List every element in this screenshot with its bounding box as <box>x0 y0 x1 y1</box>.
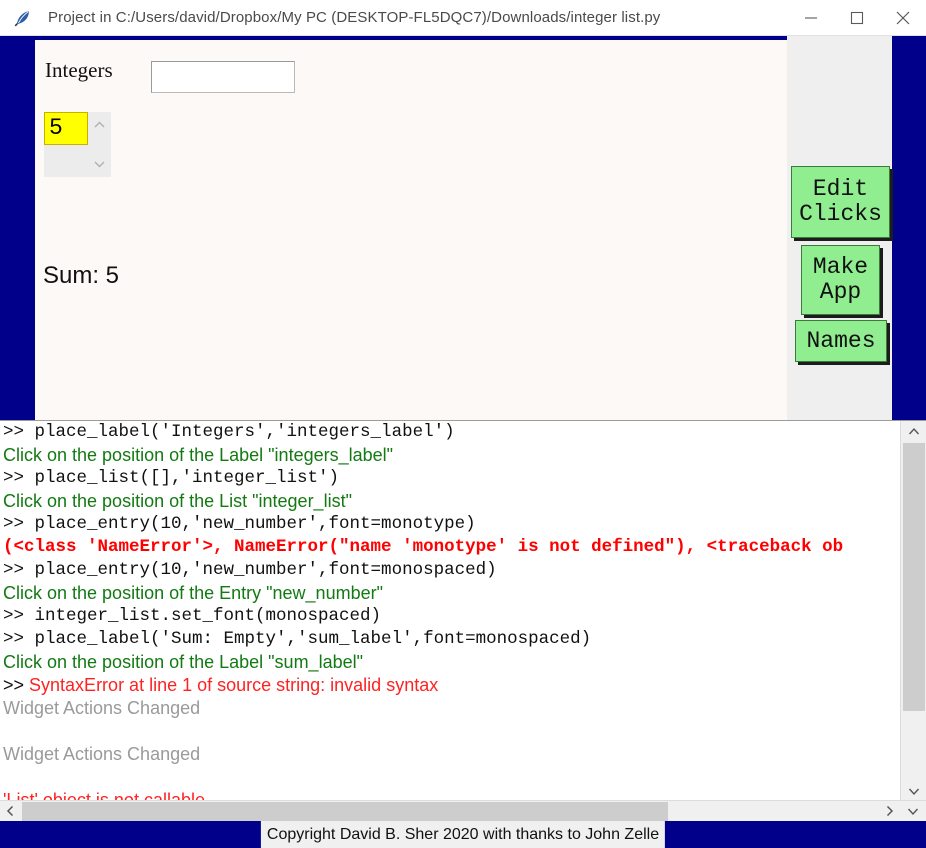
edit-clicks-button[interactable]: Edit Clicks <box>791 166 890 238</box>
console-line-err: (<class 'NameError'>, NameError("name 'm… <box>3 537 844 557</box>
console-horizontal-scrollbar[interactable] <box>0 800 926 821</box>
title-bar: Project in C:/Users/david/Dropbox/My PC … <box>0 0 926 36</box>
maximize-button[interactable] <box>834 0 880 36</box>
edit-clicks-label: Edit Clicks <box>799 177 882 227</box>
console-line-cmd: >> place_label('Integers','integers_labe… <box>3 422 455 442</box>
make-app-line2: App <box>819 279 862 305</box>
list-item-selected[interactable]: 5 <box>44 112 88 145</box>
console-line-cmd: >> place_list([],'integer_list') <box>3 468 340 488</box>
make-app-line1: Make <box>812 254 869 281</box>
scroll-right-icon[interactable] <box>879 801 900 821</box>
new-number-entry[interactable] <box>151 61 295 93</box>
widget-canvas[interactable]: Integers 5 Sum: 5 <box>35 40 787 420</box>
vertical-scroll-thumb[interactable] <box>903 443 925 711</box>
console-vertical-scrollbar[interactable] <box>900 421 926 801</box>
integer-list[interactable]: 5 <box>44 112 111 177</box>
console-line-cmd: >> integer_list.set_font(monospaced) <box>3 606 382 626</box>
scroll-up-icon[interactable] <box>901 421 926 441</box>
console-line-click: Click on the position of the Label "sum_… <box>3 652 363 672</box>
console-line-cmd: >> place_label('Sum: Empty','sum_label',… <box>3 629 592 649</box>
console-line-click: Click on the position of the List "integ… <box>3 491 352 511</box>
console-error-text: SyntaxError at line 1 of source string: … <box>29 675 439 695</box>
console-output[interactable]: >> place_label('Integers','integers_labe… <box>0 421 900 801</box>
close-button[interactable] <box>880 0 926 36</box>
make-app-label: Make App <box>813 255 868 305</box>
console-line-info: Widget Actions Changed <box>3 744 201 764</box>
names-button[interactable]: Names <box>795 320 887 362</box>
integers-label: Integers <box>45 58 113 82</box>
edit-clicks-line1: Edit <box>812 176 869 203</box>
sum-label: Sum: 5 <box>43 262 120 289</box>
scroll-corner-down-icon[interactable] <box>900 801 926 821</box>
scroll-left-icon[interactable] <box>0 801 21 821</box>
window-controls <box>788 0 926 36</box>
horizontal-scroll-thumb[interactable] <box>22 802 668 821</box>
status-bar: Copyright David B. Sher 2020 with thanks… <box>0 821 926 848</box>
edit-clicks-line2: Clicks <box>799 201 882 227</box>
console-line-cmd: >> place_entry(10,'new_number',font=mono… <box>3 560 497 580</box>
console-prompt: >> <box>3 675 30 695</box>
console-line-click: Click on the position of the Label "inte… <box>3 445 394 465</box>
chevron-up-icon[interactable] <box>88 115 111 135</box>
names-label: Names <box>806 327 876 354</box>
scroll-down-icon[interactable] <box>901 781 926 801</box>
copyright-text: Copyright David B. Sher 2020 with thanks… <box>260 821 666 848</box>
minimize-button[interactable] <box>788 0 834 36</box>
application-window: Project in C:/Users/david/Dropbox/My PC … <box>0 0 926 848</box>
integer-list-scrollbar[interactable] <box>88 112 111 177</box>
feather-quill-icon <box>8 0 38 36</box>
make-app-button[interactable]: Make App <box>801 245 880 315</box>
console-line-syntax-error: >> SyntaxError at line 1 of source strin… <box>3 674 900 697</box>
integer-list-items[interactable]: 5 <box>44 112 88 177</box>
console-line-click: Click on the position of the Entry "new_… <box>3 583 383 603</box>
console-line-info: Widget Actions Changed <box>3 698 201 718</box>
console-panel: >> place_label('Integers','integers_labe… <box>0 420 926 821</box>
console-line-cmd: >> place_entry(10,'new_number',font=mono… <box>3 514 476 534</box>
chevron-down-icon[interactable] <box>88 154 111 174</box>
window-title: Project in C:/Users/david/Dropbox/My PC … <box>48 9 661 26</box>
app-design-area: Integers 5 Sum: 5 Edit Clicks Make App N… <box>0 36 926 420</box>
